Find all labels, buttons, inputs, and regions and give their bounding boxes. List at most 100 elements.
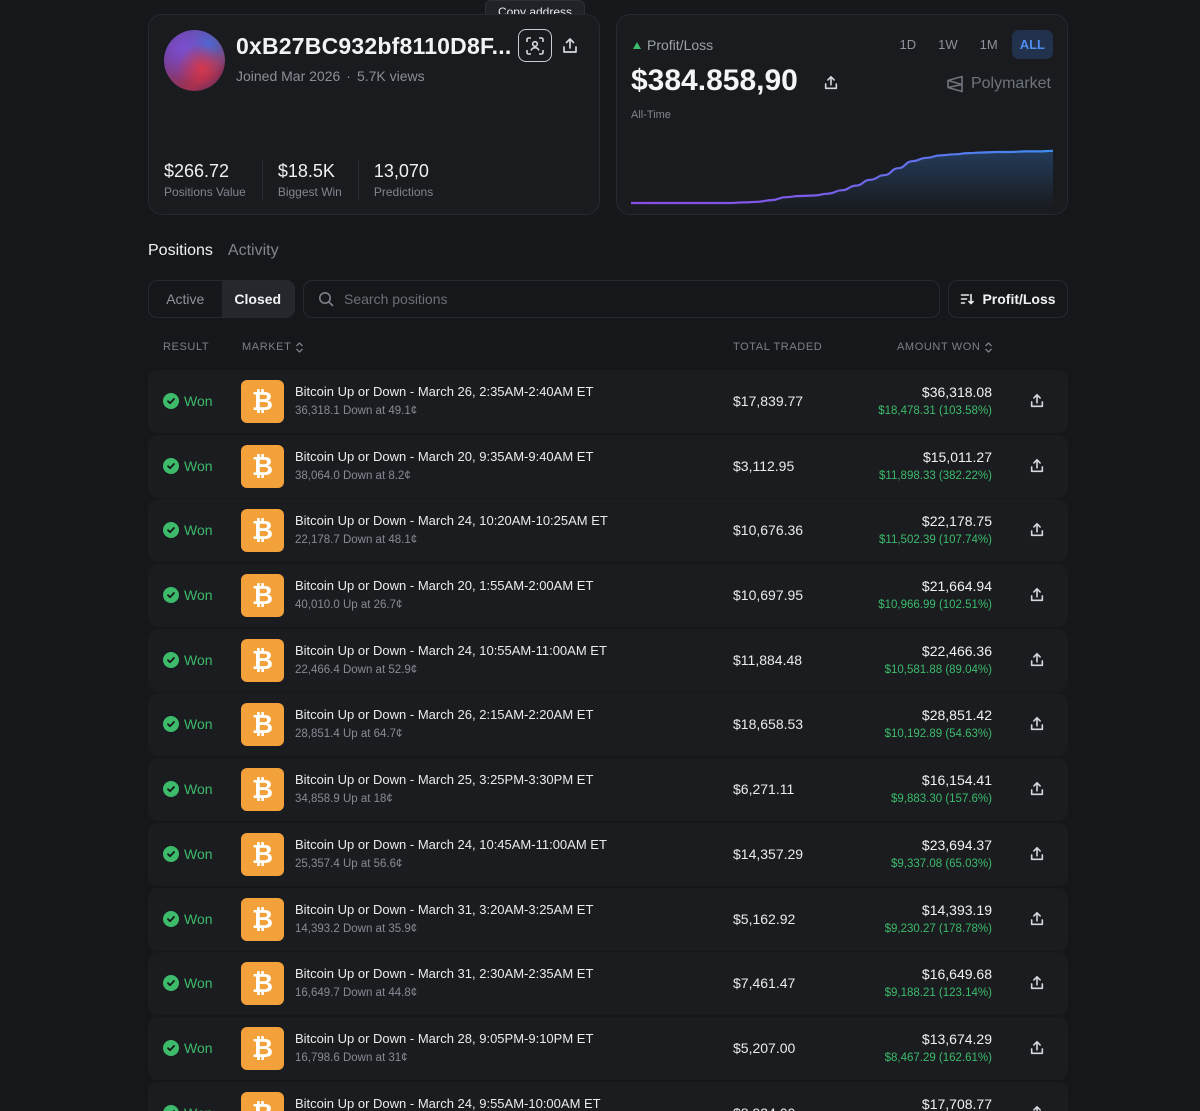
share-icon[interactable] xyxy=(1029,1040,1045,1056)
table-row[interactable]: Won ₿ Bitcoin Up or Down - March 31, 3:2… xyxy=(148,887,1068,951)
check-circle-icon xyxy=(163,781,179,798)
stat-value: 13,070 xyxy=(373,161,429,181)
market-title[interactable]: Bitcoin Up or Down - March 26, 2:35AM-2:… xyxy=(295,384,593,399)
result-label: Won xyxy=(184,457,213,474)
share-icon[interactable] xyxy=(1029,458,1045,474)
table-row[interactable]: Won ₿ Bitcoin Up or Down - March 31, 2:3… xyxy=(148,952,1068,1016)
active-filter-button[interactable]: Active xyxy=(149,281,222,317)
stat-value: $266.72 xyxy=(164,161,230,181)
market-title[interactable]: Bitcoin Up or Down - March 31, 3:20AM-3:… xyxy=(295,902,593,917)
share-icon[interactable] xyxy=(1029,587,1045,603)
result-label: Won xyxy=(184,845,213,862)
sort-icon xyxy=(961,293,975,305)
market-title[interactable]: Bitcoin Up or Down - March 26, 2:15AM-2:… xyxy=(295,707,593,722)
status-toggle: Active Closed xyxy=(148,280,295,318)
table-row[interactable]: Won ₿ Bitcoin Up or Down - March 26, 2:1… xyxy=(148,693,1068,757)
total-traded: $5,162.92 xyxy=(733,910,796,927)
amount-won-pnl: $11,898.33 (382.22%) xyxy=(879,469,992,482)
bitcoin-icon: ₿ xyxy=(241,1091,284,1111)
share-icon[interactable] xyxy=(1029,1105,1045,1111)
search-box xyxy=(303,280,940,318)
result-badge: Won xyxy=(163,522,213,539)
range-all-button[interactable]: ALL xyxy=(1011,30,1053,59)
section-tabs: Positions Activity xyxy=(148,242,279,260)
amount-won: $13,674.29 xyxy=(921,1030,992,1047)
market-title[interactable]: Bitcoin Up or Down - March 25, 3:25PM-3:… xyxy=(295,772,593,787)
total-traded: $10,697.95 xyxy=(733,587,804,604)
market-title[interactable]: Bitcoin Up or Down - March 20, 1:55AM-2:… xyxy=(295,578,593,593)
table-row[interactable]: Won ₿ Bitcoin Up or Down - March 24, 10:… xyxy=(148,499,1068,563)
result-badge: Won xyxy=(163,975,213,992)
market-title[interactable]: Bitcoin Up or Down - March 24, 10:45AM-1… xyxy=(295,837,607,852)
share-icon[interactable] xyxy=(1029,716,1045,732)
check-circle-icon xyxy=(163,393,179,409)
share-icon[interactable] xyxy=(1029,652,1045,668)
range-1m-button[interactable]: 1M xyxy=(972,30,1006,59)
check-circle-icon xyxy=(163,522,179,539)
check-circle-icon xyxy=(163,1104,179,1111)
amount-won-pnl: $9,883.30 (157.6%) xyxy=(890,793,992,806)
table-row[interactable]: Won ₿ Bitcoin Up or Down - March 24, 10:… xyxy=(148,628,1068,692)
market-position: 25,357.4 Up at 56.6¢ xyxy=(295,857,403,870)
table-row[interactable]: Won ₿ Bitcoin Up or Down - March 24, 9:5… xyxy=(148,1081,1068,1111)
share-icon[interactable] xyxy=(1029,911,1045,927)
amount-won: $28,851.42 xyxy=(921,707,992,724)
brand-name: Polymarket xyxy=(970,75,1051,92)
table-row[interactable]: Won ₿ Bitcoin Up or Down - March 20, 9:3… xyxy=(148,434,1068,498)
market-title[interactable]: Bitcoin Up or Down - March 24, 10:55AM-1… xyxy=(295,643,607,658)
market-title[interactable]: Bitcoin Up or Down - March 31, 2:30AM-2:… xyxy=(295,966,593,981)
market-title[interactable]: Bitcoin Up or Down - March 28, 9:05PM-9:… xyxy=(295,1031,593,1046)
tab-positions[interactable]: Positions xyxy=(148,242,213,260)
share-icon[interactable] xyxy=(1029,393,1045,409)
table-row[interactable]: Won ₿ Bitcoin Up or Down - March 25, 3:2… xyxy=(148,758,1068,822)
stat-label: Positions Value xyxy=(164,185,246,199)
table-row[interactable]: Won ₿ Bitcoin Up or Down - March 20, 1:5… xyxy=(148,564,1068,628)
share-icon[interactable] xyxy=(1029,522,1045,538)
total-traded: $3,112.95 xyxy=(733,457,795,474)
search-icon xyxy=(319,292,334,307)
bitcoin-icon: ₿ xyxy=(241,768,284,812)
avatar xyxy=(164,30,225,91)
tab-activity[interactable]: Activity xyxy=(228,242,279,260)
range-1d-button[interactable]: 1D xyxy=(892,30,925,59)
market-title[interactable]: Bitcoin Up or Down - March 20, 9:35AM-9:… xyxy=(295,449,593,464)
range-1w-button[interactable]: 1W xyxy=(930,30,966,59)
header-label: AMOUNT WON xyxy=(897,341,981,353)
search-input[interactable] xyxy=(344,291,904,307)
share-icon[interactable] xyxy=(1029,846,1045,862)
share-icon[interactable] xyxy=(561,37,579,55)
result-label: Won xyxy=(184,781,213,798)
market-title[interactable]: Bitcoin Up or Down - March 24, 9:55AM-10… xyxy=(295,1096,601,1111)
share-icon[interactable] xyxy=(823,75,839,91)
total-traded: $8,924.00 xyxy=(733,1105,795,1111)
amount-won-pnl: $8,467.29 (162.61%) xyxy=(884,1051,992,1064)
table-row[interactable]: Won ₿ Bitcoin Up or Down - March 26, 2:3… xyxy=(148,370,1068,433)
total-traded: $6,271.11 xyxy=(733,781,795,798)
share-icon[interactable] xyxy=(1029,781,1045,797)
result-badge: Won xyxy=(163,1039,213,1056)
wallet-address[interactable]: 0xB27BC932bf8110D8F... xyxy=(236,33,511,60)
amount-won-pnl: $9,337.08 (65.03%) xyxy=(890,857,992,870)
scan-icon xyxy=(526,36,544,55)
pnl-line-chart xyxy=(631,149,1053,209)
sort-label: Profit/Loss xyxy=(982,291,1056,307)
market-title[interactable]: Bitcoin Up or Down - March 24, 10:20AM-1… xyxy=(295,513,608,528)
result-badge: Won xyxy=(163,457,213,474)
column-header-market[interactable]: MARKET xyxy=(242,341,304,353)
market-position: 38,064.0 Down at 8.2¢ xyxy=(295,469,411,482)
table-row[interactable]: Won ₿ Bitcoin Up or Down - March 28, 9:0… xyxy=(148,1016,1068,1080)
closed-filter-button[interactable]: Closed xyxy=(221,281,294,317)
share-icon[interactable] xyxy=(1029,975,1045,991)
copy-address-button[interactable] xyxy=(518,29,552,62)
sort-button[interactable]: Profit/Loss xyxy=(948,280,1068,318)
positions-table: Won ₿ Bitcoin Up or Down - March 26, 2:3… xyxy=(148,370,1068,1111)
column-header-amount-won[interactable]: AMOUNT WON xyxy=(897,341,993,353)
total-traded: $7,461.47 xyxy=(733,975,796,992)
polymarket-logo-icon xyxy=(947,75,963,93)
up-triangle-icon xyxy=(633,41,641,49)
table-row[interactable]: Won ₿ Bitcoin Up or Down - March 24, 10:… xyxy=(148,822,1068,886)
amount-won-pnl: $11,502.39 (107.74%) xyxy=(879,534,992,547)
column-header-result: RESULT xyxy=(163,341,209,353)
bitcoin-icon: ₿ xyxy=(241,509,284,553)
market-position: 36,318.1 Down at 49.1¢ xyxy=(295,405,418,417)
